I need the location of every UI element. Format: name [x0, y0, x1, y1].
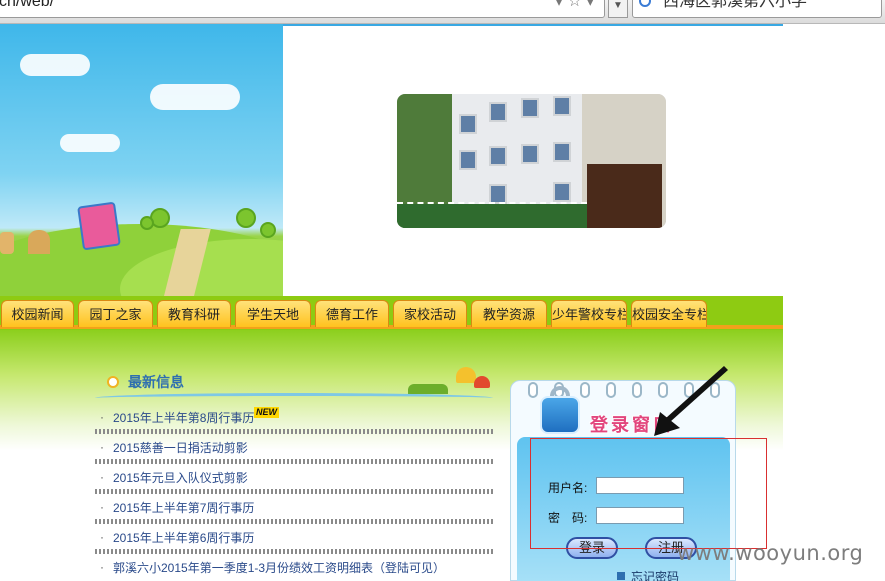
search-input[interactable]: 西海区郭溪第六小学	[632, 0, 882, 18]
tab-youth-police-column[interactable]: 少年警校专栏	[551, 300, 627, 327]
bullet-icon: ·	[100, 470, 104, 484]
dotted-divider	[95, 519, 493, 524]
dropdown-arrow-icon[interactable]: ▼	[608, 0, 628, 18]
news-list-item[interactable]: · 2015年上半年第7周行事历	[95, 496, 493, 526]
news-link[interactable]: 2015年上半年第8周行事历	[113, 409, 254, 426]
tab-moral-education[interactable]: 德育工作	[315, 300, 389, 327]
arrow-icon	[654, 366, 728, 436]
tab-teachers-home[interactable]: 园丁之家	[78, 300, 153, 327]
bullet-icon: ·	[100, 410, 104, 424]
tab-student-world[interactable]: 学生天地	[235, 300, 311, 327]
search-text: 西海区郭溪第六小学	[663, 0, 808, 10]
notebook-ring-icon	[528, 382, 538, 398]
dotted-divider	[95, 429, 493, 434]
url-text: cn/web/	[0, 0, 55, 10]
news-list-item[interactable]: · 郭溪六小2015年第一季度1-3月份绩效工资明细表（登陆可见）	[95, 556, 493, 581]
news-header-wave	[95, 393, 493, 403]
highlight-box	[530, 438, 767, 549]
bullet-icon: ·	[100, 440, 104, 454]
tab-campus-news[interactable]: 校园新闻	[1, 300, 74, 327]
bookmark-star-icon[interactable]: ▾ ☆ ▾	[555, 0, 594, 11]
lock-icon	[540, 396, 580, 434]
news-link[interactable]: 2015年上半年第6周行事历	[113, 529, 254, 546]
news-section-title: 最新信息	[128, 374, 184, 390]
tab-campus-safety-column[interactable]: 校园安全专栏	[631, 300, 707, 327]
news-list-item[interactable]: · 2015年元旦入队仪式剪影	[95, 466, 493, 496]
news-list-item[interactable]: · 2015慈善一日捐活动剪影	[95, 436, 493, 466]
notebook-ring-icon	[580, 382, 590, 398]
mushroom-icon	[474, 376, 490, 388]
dotted-divider	[95, 549, 493, 554]
new-badge: NEW	[254, 407, 279, 418]
bullet-icon: ·	[100, 530, 104, 544]
bullet-icon: ·	[100, 560, 104, 574]
banner-illustration	[0, 24, 283, 296]
news-link[interactable]: 郭溪六小2015年第一季度1-3月份绩效工资明细表（登陆可见）	[113, 559, 445, 576]
school-building-photo	[397, 94, 666, 228]
news-link[interactable]: 2015年元旦入队仪式剪影	[113, 469, 248, 486]
notebook-ring-icon	[632, 382, 642, 398]
address-bar[interactable]: cn/web/ ▾ ☆ ▾	[0, 0, 605, 18]
dotted-divider	[95, 459, 493, 464]
tab-teaching-resources[interactable]: 教学资源	[471, 300, 547, 327]
tab-home-school[interactable]: 家校活动	[393, 300, 467, 327]
news-link[interactable]: 2015慈善一日捐活动剪影	[113, 439, 248, 456]
circle-bullet-icon	[107, 376, 119, 388]
forgot-password-link[interactable]: 忘记密码	[631, 568, 679, 581]
dotted-divider	[95, 489, 493, 494]
bullet-icon: ·	[100, 500, 104, 514]
browser-toolbar: cn/web/ ▾ ☆ ▾ ▼ 西海区郭溪第六小学	[0, 0, 885, 24]
page: cn/web/ ▾ ☆ ▾ ▼ 西海区郭溪第六小学 校园新闻 园丁之家 教育科研…	[0, 0, 885, 581]
forgot-password-icon	[617, 572, 625, 580]
banner-top-line	[283, 24, 783, 26]
notebook-ring-icon	[606, 382, 616, 398]
news-link[interactable]: 2015年上半年第7周行事历	[113, 499, 254, 516]
book-icon	[77, 201, 121, 251]
mushroom-icon	[456, 367, 476, 383]
grass-decoration	[408, 384, 448, 394]
news-list-item[interactable]: · 2015年上半年第6周行事历	[95, 526, 493, 556]
news-list-item[interactable]: · 2015年上半年第8周行事历 NEW	[95, 406, 493, 436]
search-icon	[639, 0, 651, 7]
watermark: www.wooyun.org	[677, 541, 864, 565]
tab-education-research[interactable]: 教育科研	[157, 300, 231, 327]
